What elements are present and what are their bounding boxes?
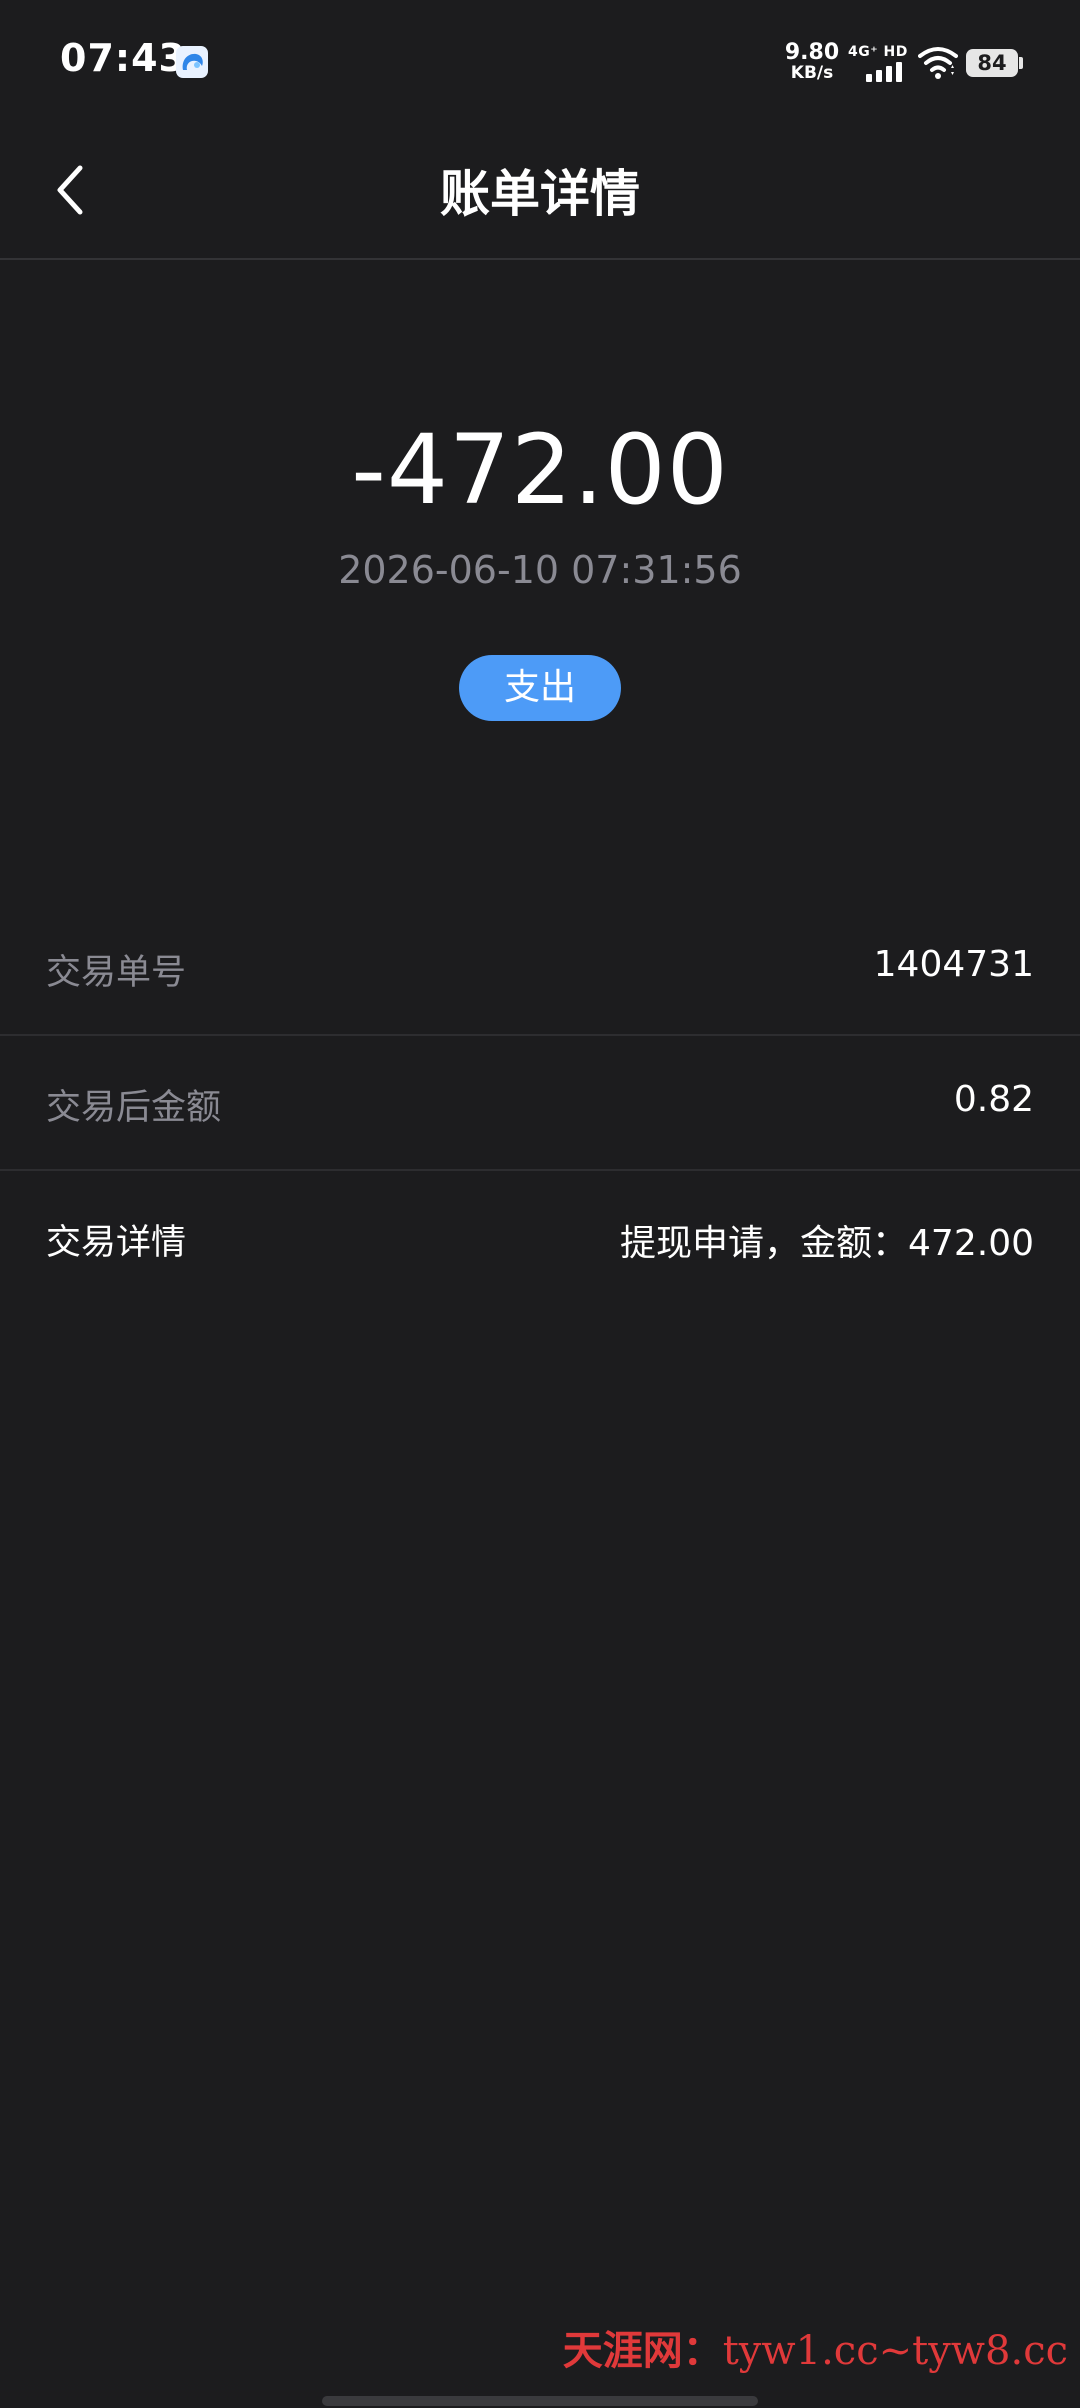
detail-label: 交易详情 bbox=[46, 1223, 187, 1263]
status-time: 07:43 bbox=[60, 36, 186, 80]
battery-level: 84 bbox=[977, 51, 1007, 75]
back-button[interactable] bbox=[36, 152, 108, 228]
wifi-icon bbox=[918, 47, 958, 79]
transaction-amount: -472.00 bbox=[351, 414, 729, 526]
net-speed-value: 9.80 bbox=[784, 40, 840, 65]
battery-tip bbox=[1019, 57, 1023, 69]
detail-value: 1404731 bbox=[873, 944, 1034, 985]
detail-row-transaction-details: 交易详情 提现申请，金额：472.00 bbox=[0, 1170, 1080, 1304]
detail-label: 交易后金额 bbox=[46, 1088, 222, 1128]
home-indicator[interactable] bbox=[322, 2396, 758, 2406]
watermark-brand: 天涯网： bbox=[562, 2327, 723, 2374]
detail-row-balance-after: 交易后金额 0.82 bbox=[0, 1035, 1080, 1171]
app-notification-icon bbox=[176, 46, 208, 78]
battery-icon: 84 bbox=[966, 49, 1018, 77]
title-bar: 账单详情 bbox=[0, 124, 1080, 260]
watermark: 天涯网：tyw1.cc~tyw8.cc bbox=[563, 2318, 1068, 2376]
page-title: 账单详情 bbox=[440, 165, 640, 223]
net-speed-unit: KB/s bbox=[790, 63, 834, 83]
detail-value: 提现申请，金额：472.00 bbox=[620, 1223, 1034, 1264]
detail-value: 0.82 bbox=[953, 1079, 1034, 1120]
status-bar: 07:43 9.80 KB/s 4G⁺ HD 84 bbox=[0, 0, 1080, 124]
detail-label: 交易单号 bbox=[46, 953, 187, 993]
net-speed: 9.80 KB/s bbox=[784, 42, 840, 82]
chevron-left-icon bbox=[57, 165, 83, 215]
transaction-datetime: 2026-06-10 07:31:56 bbox=[338, 548, 742, 592]
detail-row-transaction-id: 交易单号 1404731 bbox=[0, 900, 1080, 1036]
watermark-text: tyw1.cc~tyw8.cc bbox=[722, 2328, 1068, 2374]
transaction-type-badge: 支出 bbox=[459, 655, 621, 721]
signal-bars-icon bbox=[866, 62, 902, 82]
network-type-label: 4G⁺ HD bbox=[848, 44, 908, 60]
